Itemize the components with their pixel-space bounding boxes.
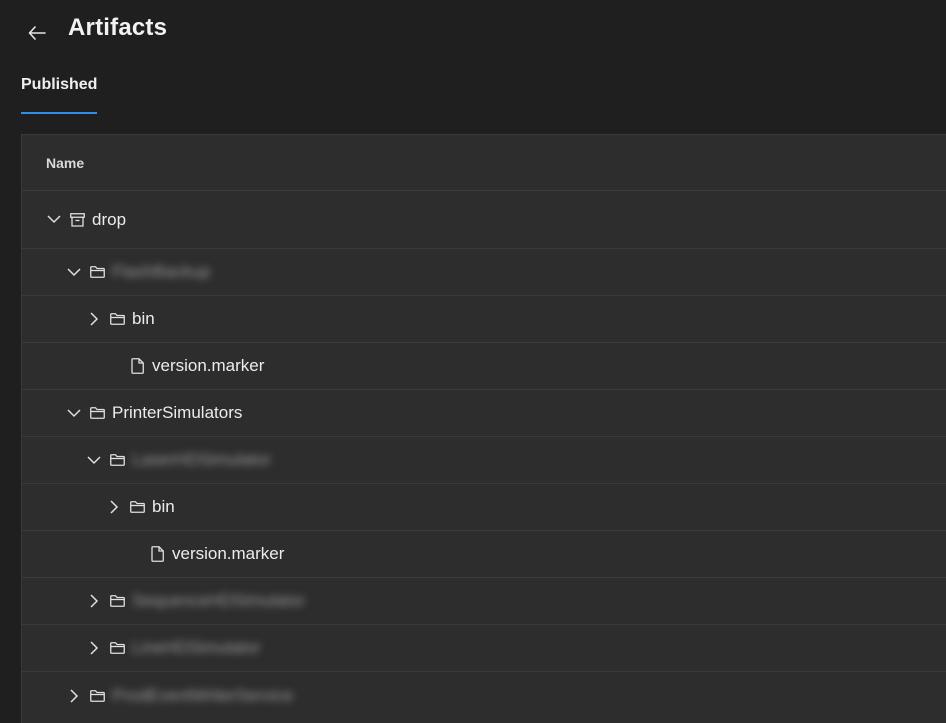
tree-row[interactable]: bin (22, 296, 946, 343)
chevron-down-icon[interactable] (64, 403, 84, 423)
tree-item-label: version.marker (152, 356, 265, 375)
tab-active-indicator (21, 112, 98, 114)
tree-item-label: PrinterSimulators (112, 403, 243, 422)
tree-item-label: bin (152, 497, 175, 516)
tree-item-label: SequenceHDSimulator (132, 591, 305, 610)
tree-row[interactable]: bin (22, 484, 946, 531)
tree-item-label: version.marker (172, 544, 285, 563)
arrow-left-icon (28, 26, 46, 40)
tree-row[interactable]: LaserHDSimulator (22, 437, 946, 484)
tree-item-label: LaserHDSimulator (132, 450, 271, 469)
tab-bar: Published (21, 72, 98, 114)
chevron-right-icon[interactable] (84, 309, 104, 329)
tree-row[interactable]: drop (22, 191, 946, 249)
folder-icon (108, 592, 126, 610)
chevron-right-icon[interactable] (84, 638, 104, 658)
tree-item-label: ProdEventWriterService (112, 685, 294, 705)
folder-icon (88, 404, 106, 422)
file-icon (128, 357, 146, 375)
back-button[interactable] (24, 20, 50, 46)
chevron-down-icon[interactable] (84, 450, 104, 470)
folder-icon (88, 687, 106, 705)
file-icon (148, 545, 166, 563)
folder-icon (108, 639, 126, 657)
tab-published[interactable]: Published (21, 72, 98, 114)
tree-item-label: LineHDSimulator (132, 638, 261, 657)
folder-icon (108, 310, 126, 328)
page-header: Artifacts (0, 0, 946, 60)
folder-icon (88, 263, 106, 281)
chevron-down-icon[interactable] (64, 262, 84, 282)
folder-icon (128, 498, 146, 516)
tree-row[interactable]: LineHDSimulator (22, 625, 946, 672)
archive-icon (68, 211, 86, 229)
tree-row[interactable]: FlashBackup (22, 249, 946, 296)
folder-icon (108, 451, 126, 469)
tab-published-label: Published (21, 76, 98, 93)
tree-item-label: FlashBackup (112, 262, 211, 281)
chevron-right-icon[interactable] (64, 686, 84, 706)
tree-row[interactable]: PrinterSimulators (22, 390, 946, 437)
tree-row[interactable]: SequenceHDSimulator (22, 578, 946, 625)
tree-row[interactable]: ProdEventWriterService (22, 672, 946, 719)
artifacts-tree-panel: Name drop FlashBackup bin version.marker… (21, 134, 946, 723)
tree-row[interactable]: version.marker (22, 343, 946, 390)
tree-item-label: drop (92, 209, 127, 229)
chevron-right-icon[interactable] (84, 591, 104, 611)
tree-row[interactable]: version.marker (22, 531, 946, 578)
page-title: Artifacts (68, 14, 168, 41)
tree-item-label: bin (132, 309, 155, 328)
column-header-name[interactable]: Name (22, 135, 946, 191)
chevron-right-icon[interactable] (104, 497, 124, 517)
chevron-down-icon[interactable] (44, 210, 64, 230)
